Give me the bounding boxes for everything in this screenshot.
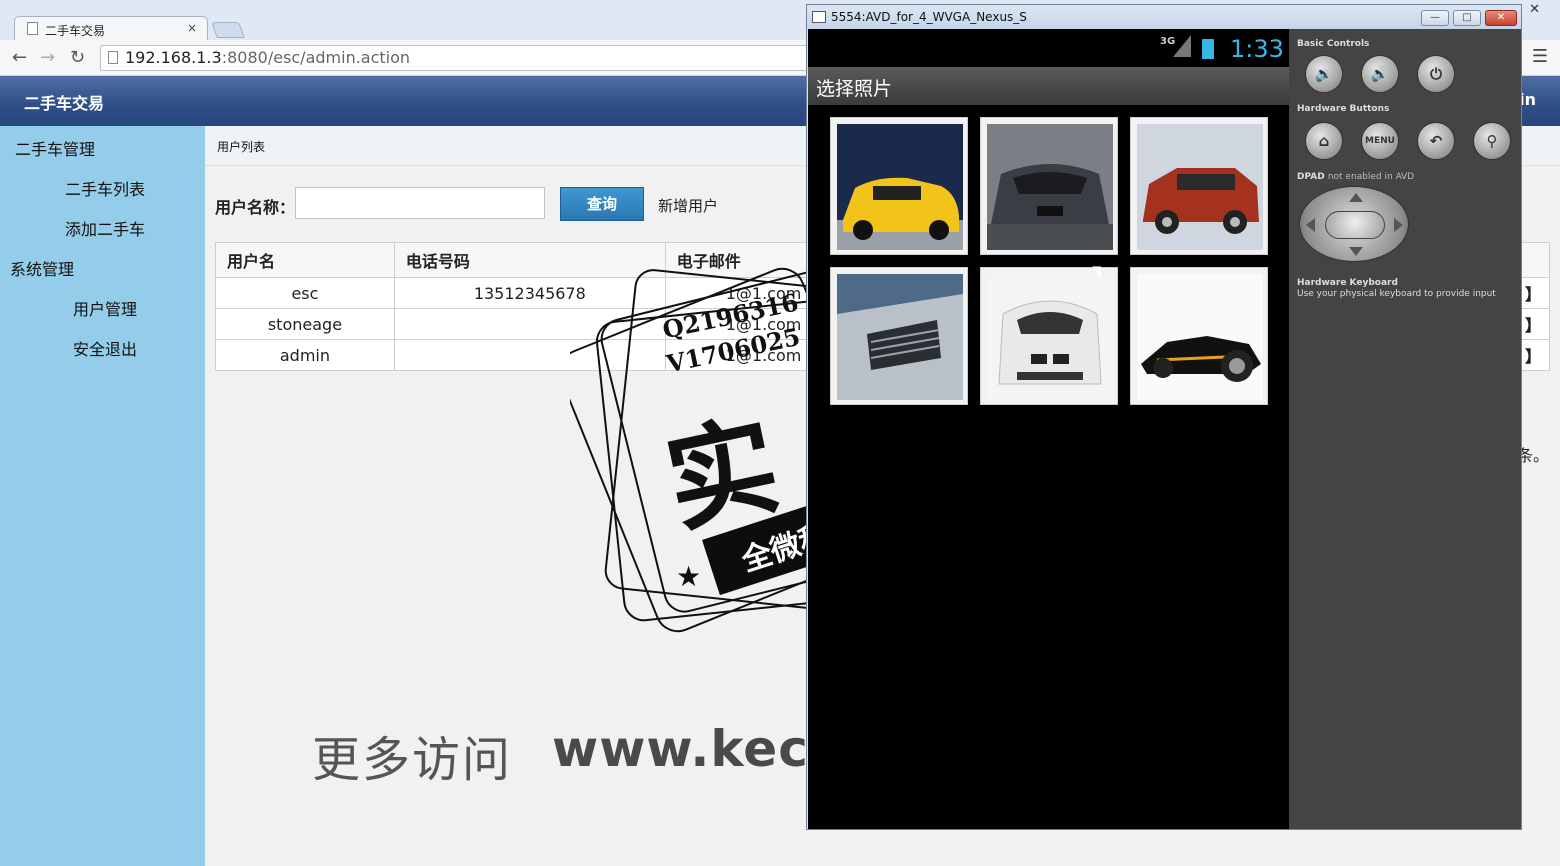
emulator-window: 5554:AVD_for_4_WVGA_Nexus_S — □ ✕ 3G 1:3…	[806, 4, 1522, 830]
address-text: 192.168.1.3:8080/esc/admin.action	[125, 48, 410, 67]
query-button[interactable]: 查询	[560, 187, 644, 221]
signal-icon	[1173, 35, 1191, 57]
photo-dark-concept-car[interactable]	[980, 117, 1118, 255]
dpad-heading: DPAD not enabled in AVD	[1297, 172, 1414, 182]
reload-icon[interactable]: ↻	[70, 47, 85, 68]
browser-close-icon[interactable]: ✕	[1529, 2, 1540, 17]
keyboard-note: Use your physical keyboard to provide in…	[1297, 289, 1496, 299]
power-icon[interactable]: ⏻	[1417, 55, 1455, 93]
photo-image	[837, 124, 963, 250]
home-icon[interactable]: ⌂	[1305, 122, 1343, 160]
status-time: 1:33	[1230, 35, 1284, 63]
cell-username: stoneage	[215, 308, 395, 340]
dpad-down-icon[interactable]	[1349, 247, 1363, 256]
dpad-label: DPAD	[1297, 172, 1325, 182]
status-bar: 3G 1:33	[808, 29, 1289, 67]
cell-username: admin	[215, 339, 395, 371]
keyboard-heading: Hardware Keyboard	[1297, 278, 1398, 288]
dpad-left-icon[interactable]	[1306, 218, 1315, 232]
maximize-icon[interactable]: □	[1453, 10, 1481, 26]
browser-tab[interactable]: 二手车交易 ×	[14, 16, 208, 42]
page-icon	[108, 51, 118, 64]
tab-title: 二手车交易	[45, 24, 106, 38]
minimize-icon[interactable]: —	[1421, 10, 1449, 26]
search-label: 用户名称：	[215, 198, 296, 217]
sidebar-group-cars[interactable]: 二手车管理	[15, 136, 95, 160]
sidebar-group-system[interactable]: 系统管理	[10, 256, 74, 280]
app-action-bar: 选择照片	[808, 67, 1289, 105]
sidebar-item-car-list[interactable]: 二手车列表	[65, 176, 145, 200]
menu-icon[interactable]: ☰	[1532, 46, 1548, 67]
star-icon: ★	[676, 560, 702, 593]
emulator-controls-panel: Basic Controls 🔉 🔊 ⏻ Hardware Buttons ⌂ …	[1289, 29, 1521, 829]
emulator-window-icon	[812, 11, 826, 23]
watermark-more-text: 更多访问	[312, 732, 513, 788]
emulator-title: 5554:AVD_for_4_WVGA_Nexus_S	[831, 10, 1027, 24]
dpad-right-icon[interactable]	[1394, 218, 1403, 232]
tab-close-icon[interactable]: ×	[187, 21, 197, 35]
basic-controls-heading: Basic Controls	[1297, 39, 1370, 49]
hardware-buttons-heading: Hardware Buttons	[1297, 104, 1390, 114]
dpad-up-icon[interactable]	[1349, 193, 1363, 202]
emulator-titlebar: 5554:AVD_for_4_WVGA_Nexus_S — □ ✕	[807, 5, 1521, 29]
back-arrow-icon[interactable]: ←	[12, 47, 27, 68]
battery-icon	[1202, 39, 1214, 59]
photo-red-suv[interactable]	[1130, 117, 1268, 255]
dpad-note: not enabled in AVD	[1327, 172, 1415, 182]
page-icon	[27, 22, 38, 35]
photo-image	[1137, 124, 1263, 250]
photo-image	[987, 274, 1113, 400]
sidebar-item-users[interactable]: 用户管理	[73, 296, 137, 320]
volume-down-icon[interactable]: 🔉	[1305, 55, 1343, 93]
close-icon[interactable]: ✕	[1485, 10, 1517, 26]
phone-screen: 3G 1:33 选择照片	[808, 29, 1289, 829]
cell-username: esc	[215, 277, 395, 309]
sidebar: 二手车管理 二手车列表 添加二手车 系统管理 用户管理 安全退出	[0, 126, 205, 866]
photo-image	[837, 274, 963, 400]
url-host: 192.168.1.3	[125, 48, 222, 67]
back-icon[interactable]: ↶	[1417, 122, 1455, 160]
app-brand: 二手车交易	[24, 94, 105, 113]
photo-yellow-sports-car[interactable]	[830, 117, 968, 255]
sidebar-item-add-car[interactable]: 添加二手车	[65, 216, 145, 240]
photo-white-bmw[interactable]	[980, 267, 1118, 405]
photo-image	[987, 124, 1113, 250]
menu-button[interactable]: MENU	[1361, 122, 1399, 160]
photo-black-roadster[interactable]	[1130, 267, 1268, 405]
dpad-control[interactable]	[1299, 186, 1409, 262]
url-path: :8080/esc/admin.action	[221, 48, 411, 67]
dpad-center[interactable]	[1325, 211, 1385, 239]
volume-up-icon[interactable]: 🔊	[1361, 55, 1399, 93]
add-user-link[interactable]: 新增用户	[658, 195, 718, 216]
photo-image	[1137, 274, 1263, 400]
forward-arrow-icon[interactable]: →	[40, 47, 55, 68]
photo-silver-sedan-grille[interactable]	[830, 267, 968, 405]
column-header-username: 用户名	[215, 242, 395, 278]
breadcrumb: 用户列表	[217, 140, 266, 154]
new-tab-button[interactable]	[211, 22, 245, 38]
search-input[interactable]	[295, 187, 545, 219]
sidebar-item-logout[interactable]: 安全退出	[73, 336, 137, 360]
search-icon[interactable]: ⚲	[1473, 122, 1511, 160]
app-title: 选择照片	[816, 78, 893, 100]
